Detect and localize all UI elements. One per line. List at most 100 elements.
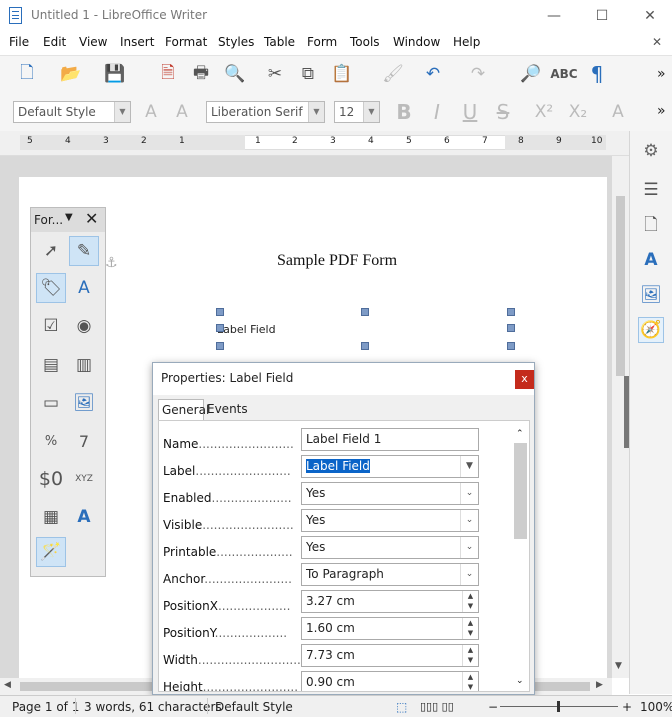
chevron-down-icon[interactable]: ⌄: [460, 564, 478, 585]
strikethrough-icon[interactable]: S: [492, 100, 514, 124]
selection-handle[interactable]: [507, 308, 515, 316]
dialog-close-button[interactable]: x: [515, 370, 534, 389]
close-toolbar-icon[interactable]: ✕: [85, 209, 98, 228]
design-mode-icon[interactable]: ✎: [69, 236, 99, 266]
width-spin[interactable]: 7.73 cm ▲ ▼: [301, 644, 479, 667]
update-style-icon[interactable]: A: [140, 101, 162, 123]
page-count[interactable]: Page 1 of 1: [12, 700, 79, 714]
menu-format[interactable]: Format: [165, 35, 207, 49]
menu-window[interactable]: Window: [393, 35, 440, 49]
spin-arrows-icon[interactable]: ▲ ▼: [462, 672, 478, 691]
menu-tools[interactable]: Tools: [350, 35, 380, 49]
scroll-up-icon[interactable]: ⌃: [516, 429, 524, 439]
clone-formatting-icon[interactable]: 🖌: [382, 63, 404, 85]
selection-handle[interactable]: [507, 342, 515, 350]
properties-icon[interactable]: ☰: [640, 179, 662, 201]
navigator-icon[interactable]: 🧭: [638, 317, 664, 343]
open-folder-icon[interactable]: 📂: [60, 63, 82, 85]
menu-edit[interactable]: Edit: [43, 35, 66, 49]
styles-icon[interactable]: A: [640, 249, 662, 271]
list-box-icon[interactable]: ▤: [36, 350, 66, 380]
option-button-icon[interactable]: ◉: [69, 311, 99, 341]
formatted-field-icon[interactable]: %: [36, 426, 66, 456]
export-pdf-icon[interactable]: 🗎: [157, 63, 179, 85]
chevron-down-icon[interactable]: ⌄: [460, 510, 478, 531]
menu-help[interactable]: Help: [453, 35, 480, 49]
formatting-marks-icon[interactable]: ¶: [586, 62, 608, 86]
position-x-spin[interactable]: 3.27 cm ▲ ▼: [301, 590, 479, 613]
chevron-down-icon[interactable]: ⌄: [460, 483, 478, 504]
clear-formatting-icon[interactable]: A: [607, 101, 629, 123]
tab-events[interactable]: Events: [204, 399, 251, 421]
close-window-button[interactable]: ✕: [640, 6, 660, 26]
bold-icon[interactable]: B: [393, 100, 415, 124]
image-button-icon[interactable]: 🖼: [69, 388, 99, 418]
currency-field-icon[interactable]: $0: [36, 464, 66, 494]
visible-select[interactable]: Yes ⌄: [301, 509, 479, 532]
view-layout-icon[interactable]: ▯▯▯ ▯▯: [420, 700, 454, 713]
selection-handle[interactable]: [361, 342, 369, 350]
label-field[interactable]: Label Field ▼: [301, 455, 479, 478]
table-control-icon[interactable]: ▦: [36, 502, 66, 532]
spin-arrows-icon[interactable]: ▲ ▼: [462, 591, 478, 612]
spelling-icon[interactable]: ABC: [550, 63, 577, 85]
font-work-icon[interactable]: A: [69, 502, 99, 532]
combo-box-icon[interactable]: ▥: [69, 350, 99, 380]
print-preview-icon[interactable]: 🔍: [224, 63, 246, 85]
menu-styles[interactable]: Styles: [218, 35, 254, 49]
selection-handle[interactable]: [216, 342, 224, 350]
print-icon[interactable]: 🖶: [190, 63, 212, 85]
new-document-icon[interactable]: 🗋: [16, 63, 38, 85]
text-box-icon[interactable]: A: [69, 273, 99, 303]
underline-icon[interactable]: U: [459, 100, 481, 124]
spin-arrows-icon[interactable]: ▲ ▼: [462, 618, 478, 639]
scroll-right-icon[interactable]: ▶: [596, 680, 603, 690]
spin-arrows-icon[interactable]: ▲ ▼: [462, 645, 478, 666]
enabled-select[interactable]: Yes ⌄: [301, 482, 479, 505]
chevron-down-icon[interactable]: ▼: [460, 456, 478, 477]
close-document-button[interactable]: ✕: [652, 35, 662, 49]
position-y-spin[interactable]: 1.60 cm ▲ ▼: [301, 617, 479, 640]
selection-handle[interactable]: [361, 308, 369, 316]
scroll-down-icon[interactable]: ▼: [615, 661, 622, 671]
scroll-left-icon[interactable]: ◀: [4, 680, 11, 690]
label-field-control[interactable]: Label Field: [217, 323, 276, 336]
menu-insert[interactable]: Insert: [120, 35, 154, 49]
maximize-button[interactable]: ☐: [592, 6, 612, 26]
selection-handle[interactable]: [507, 324, 515, 332]
new-style-icon[interactable]: A: [171, 101, 193, 123]
checkbox-icon[interactable]: ☑: [36, 311, 66, 341]
zoom-out-icon[interactable]: −: [488, 700, 498, 714]
zoom-in-icon[interactable]: +: [622, 700, 632, 714]
selection-handle[interactable]: [216, 308, 224, 316]
properties-scrollbar[interactable]: ⌃ ⌄: [514, 429, 527, 691]
menu-file[interactable]: File: [9, 35, 29, 49]
copy-icon[interactable]: ⧉: [297, 63, 319, 85]
pattern-field-icon[interactable]: XYZ: [69, 464, 99, 494]
zoom-slider-thumb[interactable]: [557, 701, 560, 712]
printable-select[interactable]: Yes ⌄: [301, 536, 479, 559]
chevron-down-icon[interactable]: ⌄: [460, 537, 478, 558]
paste-icon[interactable]: 📋: [331, 63, 353, 85]
zoom-level[interactable]: 100%: [640, 700, 672, 714]
word-count[interactable]: 3 words, 61 characters: [84, 700, 222, 714]
page-icon[interactable]: 🗋: [640, 215, 662, 237]
minimize-button[interactable]: —: [544, 6, 564, 26]
menu-view[interactable]: View: [79, 35, 107, 49]
label-tag-icon[interactable]: 🏷: [36, 273, 66, 303]
menu-table[interactable]: Table: [264, 35, 295, 49]
anchor-select[interactable]: To Paragraph ⌄: [301, 563, 479, 586]
numeric-field-icon[interactable]: 7: [69, 426, 99, 456]
tab-general[interactable]: General: [158, 399, 209, 421]
more-format-chevron-icon[interactable]: »: [657, 103, 666, 119]
horizontal-ruler[interactable]: 5 4 3 2 1 1 2 3 4 5 6 7 8 9 10: [0, 131, 630, 156]
font-name-combo[interactable]: Liberation Serif ▼: [206, 101, 325, 123]
height-spin[interactable]: 0.90 cm ▲ ▼: [301, 671, 479, 691]
redo-icon[interactable]: ↷: [467, 63, 489, 85]
subscript-icon[interactable]: X₂: [567, 101, 589, 123]
toolbar-menu-chevron-icon[interactable]: ▼: [65, 212, 73, 223]
superscript-icon[interactable]: X²: [533, 101, 555, 123]
gear-icon[interactable]: ⚙: [640, 140, 662, 162]
push-button-icon[interactable]: ▭: [36, 388, 66, 418]
scroll-down-icon[interactable]: ⌄: [516, 676, 524, 686]
